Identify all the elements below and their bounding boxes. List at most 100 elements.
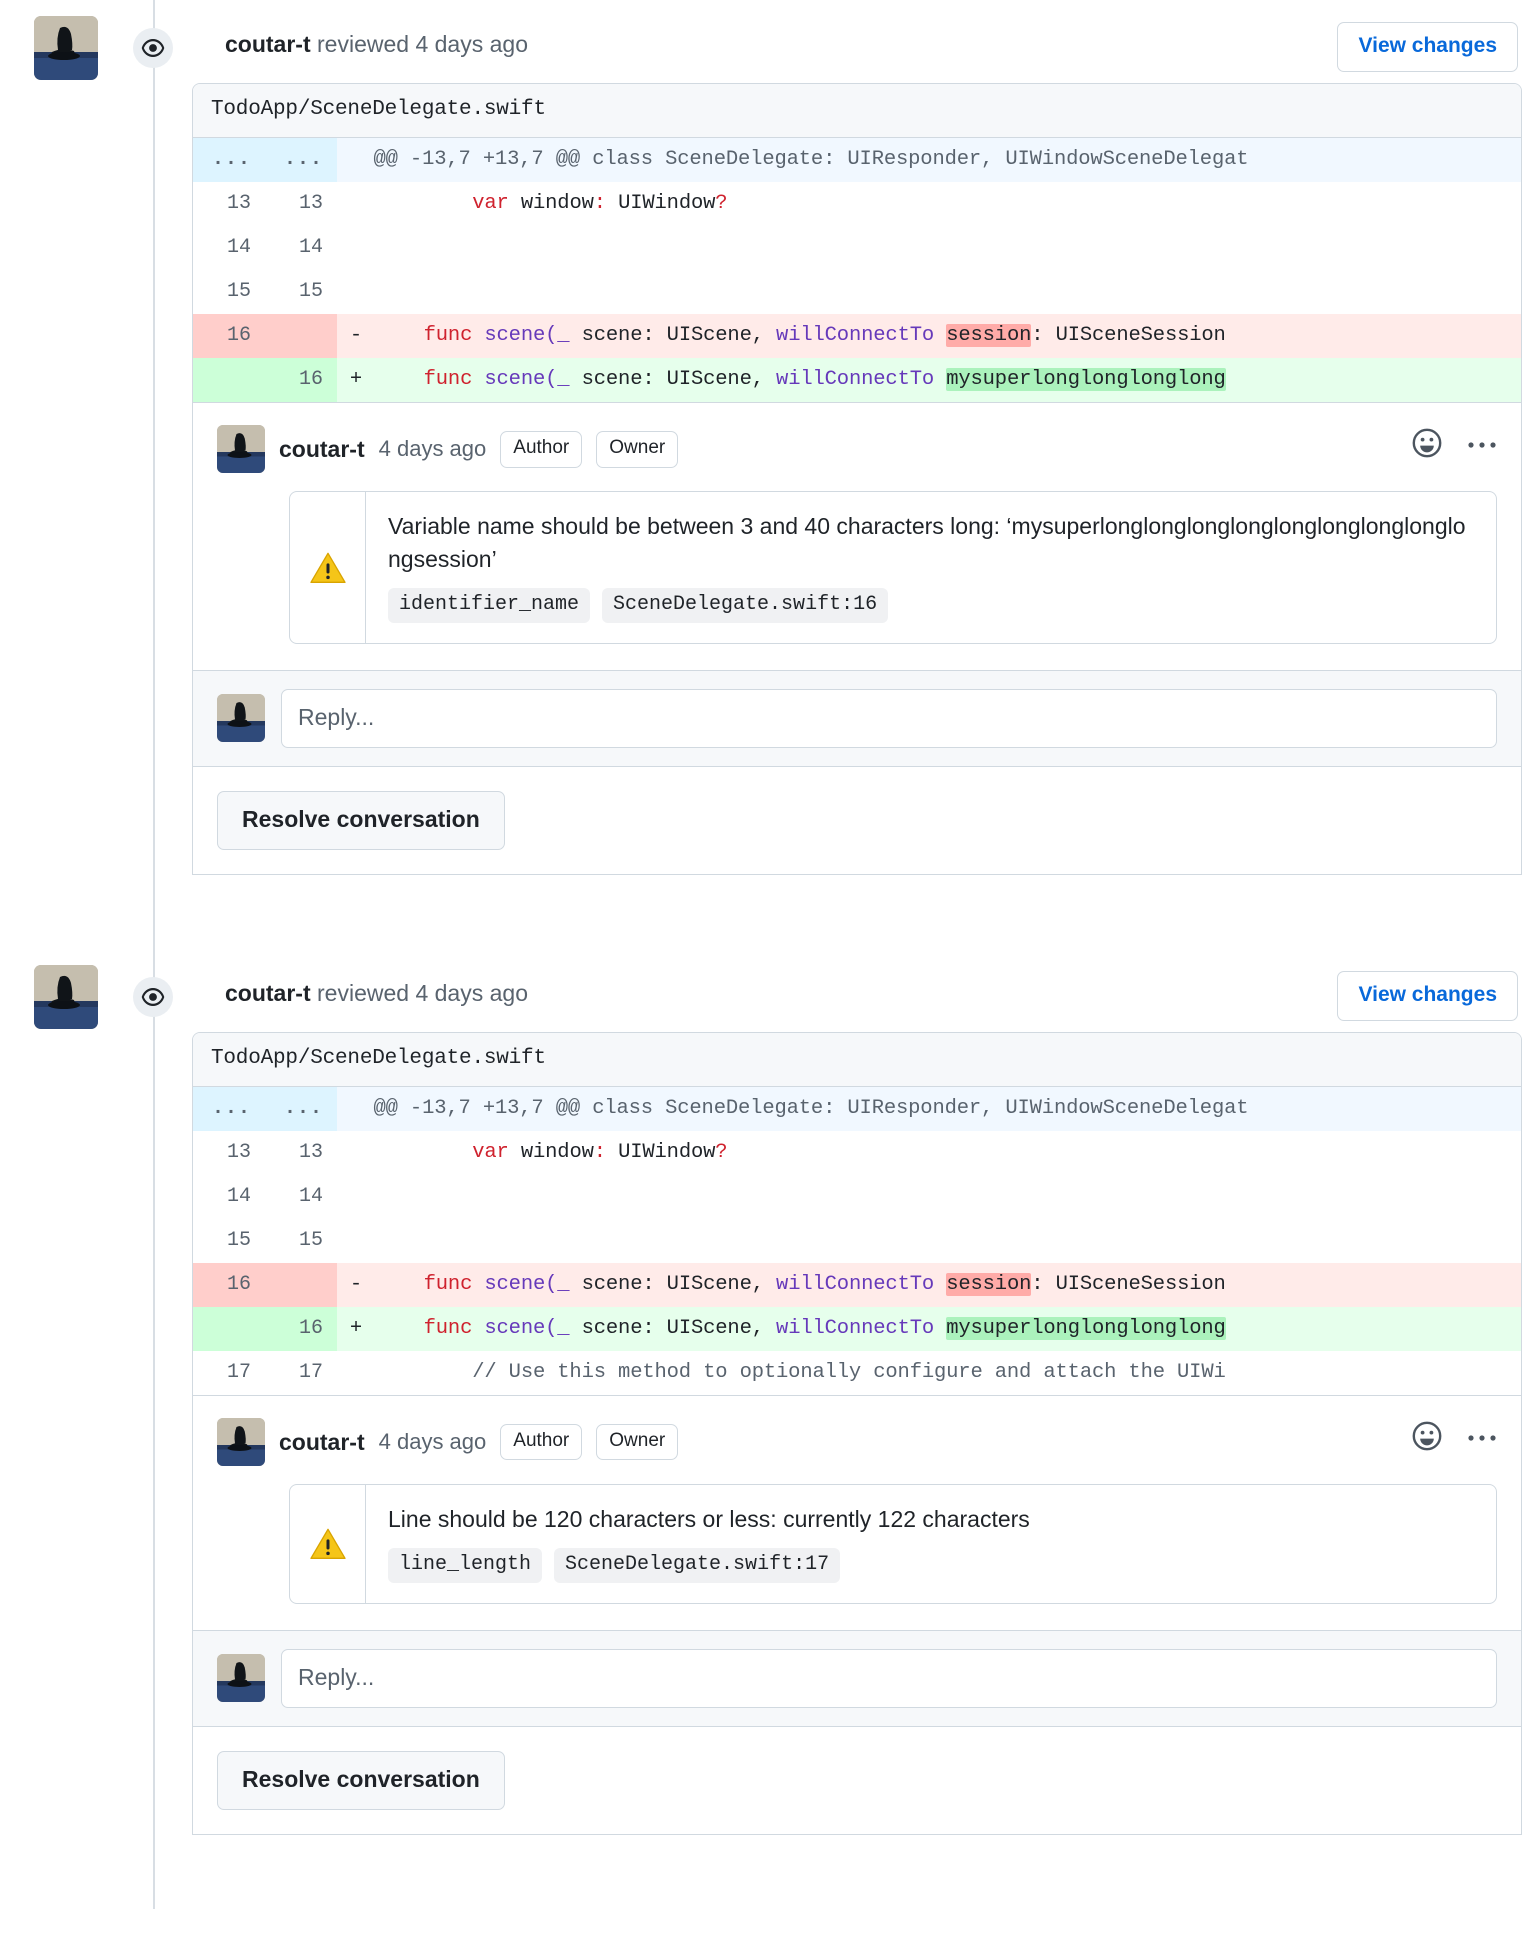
- code-token: mysuperlonglonglonglong: [946, 1317, 1226, 1340]
- code-token: :: [593, 192, 606, 216]
- comment-actions: [1411, 1420, 1497, 1457]
- diff-old-line-number: 14: [193, 1175, 265, 1219]
- diff-card: TodoApp/SceneDelegate.swift ...... @@ -1…: [192, 83, 1522, 875]
- code-token: session: [946, 324, 1032, 348]
- diff-new-line-number: 13: [265, 1131, 337, 1175]
- code-token: scene: UIScene,: [569, 1273, 777, 1296]
- code-token: scene: UIScene,: [569, 1317, 777, 1340]
- code-token: func: [423, 1273, 473, 1296]
- reply-input[interactable]: [281, 688, 1497, 748]
- diff-code-cell: var window: UIWindow?: [337, 1131, 1521, 1175]
- diff-new-line-number: 14: [265, 1175, 337, 1219]
- comment-author[interactable]: coutar-t: [279, 1429, 365, 1456]
- badge-author: Author: [500, 431, 583, 468]
- reply-input[interactable]: [281, 1648, 1497, 1708]
- annotation-message: Variable name should be between 3 and 40…: [388, 513, 1466, 572]
- code-token: (: [545, 1273, 558, 1296]
- diff-line-row: 13 13 var window: UIWindow?: [193, 182, 1521, 227]
- resolve-conversation-button[interactable]: Resolve conversation: [217, 790, 505, 850]
- diff-new-line-number: 16: [265, 1307, 337, 1351]
- reply-row: [193, 1629, 1521, 1726]
- diff-new-line-number: 14: [265, 226, 337, 271]
- diff-new-line-number: 15: [265, 270, 337, 315]
- view-changes-button[interactable]: View changes: [1337, 22, 1518, 72]
- diff-marker: +: [349, 1317, 363, 1340]
- diff-code-cell: - func scene(_ scene: UIScene, willConne…: [337, 1263, 1521, 1307]
- diff-marker: [337, 1224, 375, 1258]
- diff-new-line-number: 16: [265, 358, 337, 403]
- diff-old-line-number: 17: [193, 1351, 265, 1395]
- avatar: [34, 16, 98, 80]
- code-token: ?: [715, 1141, 728, 1164]
- diff-code-cell: [337, 1219, 1521, 1263]
- diff-line-row: 16 - func scene(_ scene: UIScene, willCon…: [193, 314, 1521, 359]
- comment-header: coutar-t 4 days ago Author Owner: [217, 425, 1497, 474]
- hunk-header: @@ -13,7 +13,7 @@ class SceneDelegate: U…: [337, 138, 1521, 183]
- kebab-horizontal-icon[interactable]: [1467, 437, 1497, 455]
- resolve-conversation-button[interactable]: Resolve conversation: [217, 1750, 505, 1810]
- hunk-new-line: ...: [265, 138, 337, 183]
- diff-new-line-number: 13: [265, 182, 337, 227]
- code-token: _: [557, 1273, 570, 1296]
- diff-new-line-number: 15: [265, 1219, 337, 1263]
- review-block: coutar-t reviewed 4 days ago View change…: [0, 0, 1522, 949]
- smiley-reaction-icon[interactable]: [1411, 427, 1443, 464]
- avatar-image: [34, 16, 98, 80]
- diff-line-row: 16 + func scene(_ scene: UIScene, willCon…: [193, 358, 1521, 403]
- diff-marker: [337, 231, 375, 265]
- code-token: : UISceneSession: [1031, 1273, 1226, 1296]
- avatar: [34, 964, 98, 1029]
- annotation-tags: line_length SceneDelegate.swift:17: [388, 1547, 1476, 1583]
- annotation-body: Variable name should be between 3 and 40…: [366, 492, 1496, 642]
- diff-marker: -: [349, 1273, 363, 1296]
- smiley-reaction-icon[interactable]: [1411, 1420, 1443, 1457]
- code-token: var: [472, 192, 509, 216]
- diff-hunk-row: ...... @@ -13,7 +13,7 @@ class SceneDele…: [193, 138, 1521, 183]
- file-location-tag: SceneDelegate.swift:16: [602, 587, 889, 623]
- code-token: scene: [484, 368, 546, 392]
- kebab-horizontal-icon[interactable]: [1467, 1430, 1497, 1448]
- avatar: [217, 1418, 265, 1466]
- avatar-image: [217, 1418, 265, 1466]
- eye-icon-glyph: [141, 987, 165, 1006]
- comment-timestamp: 4 days ago: [378, 436, 487, 462]
- code-token: // Use this method to optionally configu…: [472, 1361, 1226, 1384]
- lint-annotation: Variable name should be between 3 and 40…: [289, 491, 1497, 644]
- code-token: willConnectTo: [776, 1273, 935, 1296]
- diff-marker: [337, 187, 375, 221]
- review-action: reviewed 4 days ago: [317, 979, 528, 1006]
- badge-author: Author: [500, 1423, 583, 1461]
- code-token: UIWindow: [605, 1141, 716, 1164]
- diff-new-line-number: 17: [265, 1351, 337, 1395]
- code-token: willConnectTo: [776, 368, 935, 392]
- diff-table: ...... @@ -13,7 +13,7 @@ class SceneDele…: [193, 138, 1521, 403]
- diff-old-line-number: [193, 1307, 265, 1351]
- code-token: _: [557, 324, 570, 348]
- avatar: [217, 1654, 265, 1703]
- comment-author[interactable]: coutar-t: [279, 436, 365, 463]
- diff-old-line-number: 13: [193, 182, 265, 227]
- hunk-old-line: ...: [193, 138, 265, 183]
- diff-marker: [337, 1136, 375, 1170]
- hunk-new-line: ...: [265, 1087, 337, 1131]
- code-token: func: [423, 368, 473, 392]
- diff-line-row: 17 17 // Use this method to optionally co…: [193, 1351, 1521, 1395]
- diff-card: TodoApp/SceneDelegate.swift ...... @@ -1…: [192, 1032, 1522, 1835]
- code-token: UIWindow: [605, 192, 716, 216]
- diff-new-line-number: [265, 1263, 337, 1307]
- code-token: var: [472, 1141, 509, 1164]
- diff-code-cell: [337, 226, 1521, 271]
- avatar-image: [217, 1654, 265, 1703]
- avatar: [217, 425, 265, 474]
- view-changes-button[interactable]: View changes: [1337, 970, 1518, 1021]
- diff-marker: [337, 1356, 375, 1390]
- review-block: coutar-t reviewed 4 days ago View change…: [0, 949, 1522, 1909]
- review-header: coutar-t reviewed 4 days ago View change…: [0, 0, 1522, 80]
